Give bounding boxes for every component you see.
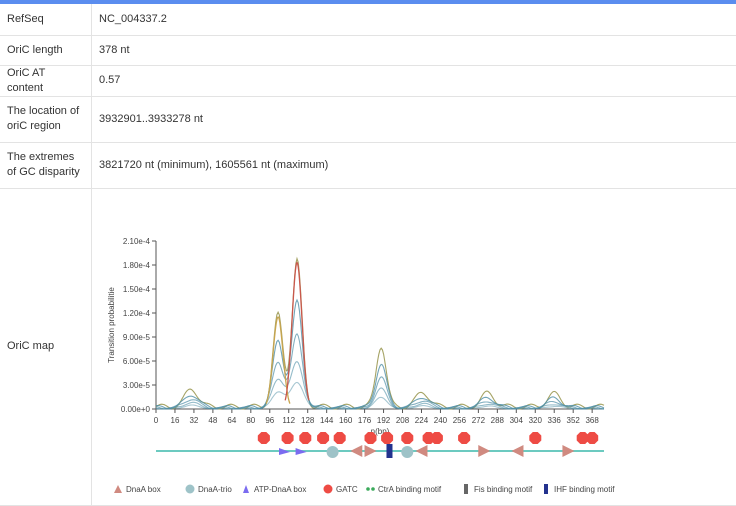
y-axis-label: Transition probabilitie bbox=[107, 286, 116, 362]
x-tick-label: 352 bbox=[567, 416, 581, 425]
dnaa-box-marker bbox=[511, 445, 523, 457]
dnaa-box-marker bbox=[478, 445, 490, 457]
table-row: RefSeq NC_004337.2 bbox=[0, 4, 736, 35]
transition-curve bbox=[156, 361, 604, 408]
row-label: OriC length bbox=[0, 35, 92, 65]
table-row: OriC map 0.00e+0 3.00e-5 6.00e-5 9.00e-5 1.2… bbox=[0, 188, 736, 505]
legend-gatc-icon bbox=[324, 484, 333, 493]
x-tick-label: 368 bbox=[585, 416, 599, 425]
y-tick-label: 1.50e-4 bbox=[123, 285, 151, 294]
dnaa-trio-marker bbox=[401, 446, 413, 458]
row-label: RefSeq bbox=[0, 4, 92, 35]
gatc-marker bbox=[431, 432, 443, 444]
y-tick-label: 1.20e-4 bbox=[123, 309, 151, 318]
atp-dnaa-box-marker bbox=[296, 448, 307, 455]
x-tick-label: 160 bbox=[339, 416, 353, 425]
x-tick-label: 240 bbox=[434, 416, 448, 425]
oric-map-chart: 0.00e+0 3.00e-5 6.00e-5 9.00e-5 1.20e-4 1.50e… bbox=[92, 189, 732, 506]
legend-label: DnaA box bbox=[126, 485, 161, 494]
table-row: OriC AT content 0.57 bbox=[0, 65, 736, 96]
row-value: NC_004337.2 bbox=[92, 4, 736, 35]
row-label: OriC AT content bbox=[0, 65, 92, 96]
y-tick-label: 2.10e-4 bbox=[123, 237, 151, 246]
gatc-marker bbox=[586, 432, 598, 444]
x-tick-label: 112 bbox=[282, 416, 295, 425]
x-tick-label: 272 bbox=[472, 416, 486, 425]
x-tick-label: 288 bbox=[491, 416, 505, 425]
legend-label: CtrA binding motif bbox=[378, 485, 442, 494]
legend-atp-dnaa-icon bbox=[243, 485, 249, 493]
ihf-binding-marker bbox=[386, 444, 392, 458]
x-tick-label: 336 bbox=[548, 416, 562, 425]
x-tick-label: 192 bbox=[377, 416, 391, 425]
transition-curve bbox=[156, 382, 604, 409]
x-tick-label: 64 bbox=[227, 416, 236, 425]
x-tick-label: 256 bbox=[453, 416, 467, 425]
legend-label: IHF binding motif bbox=[554, 485, 615, 494]
gatc-marker bbox=[258, 432, 270, 444]
x-tick-label: 48 bbox=[208, 416, 217, 425]
gatc-marker bbox=[299, 432, 311, 444]
transition-curve bbox=[156, 258, 604, 408]
y-tick-label: 3.00e-5 bbox=[123, 381, 151, 390]
legend-label: Fis binding motif bbox=[474, 485, 533, 494]
x-tick-label: 16 bbox=[171, 416, 180, 425]
legend-dnaa-box-icon bbox=[114, 485, 122, 493]
x-tick-label: 304 bbox=[510, 416, 524, 425]
gatc-marker bbox=[334, 432, 346, 444]
row-label: The location of oriC region bbox=[0, 96, 92, 142]
x-tick-label: 0 bbox=[154, 416, 159, 425]
gatc-marker bbox=[381, 432, 393, 444]
legend-label: GATC bbox=[336, 485, 358, 494]
x-tick-label: 144 bbox=[320, 416, 334, 425]
gatc-marker bbox=[317, 432, 329, 444]
gatc-marker bbox=[282, 432, 294, 444]
x-tick-label: 224 bbox=[415, 416, 429, 425]
legend-ctra-icon bbox=[371, 487, 375, 491]
legend-rect-icon bbox=[464, 484, 468, 494]
legend-dnaa-trio-icon bbox=[186, 484, 195, 493]
y-tick-label: 6.00e-5 bbox=[123, 357, 151, 366]
gatc-marker bbox=[401, 432, 413, 444]
oric-info-table: RefSeq NC_004337.2 OriC length 378 nt Or… bbox=[0, 4, 736, 506]
table-row: The location of oriC region 3932901..393… bbox=[0, 96, 736, 142]
transition-curve bbox=[156, 300, 604, 409]
dnaa-trio-marker bbox=[327, 446, 339, 458]
dnaa-box-marker bbox=[562, 445, 574, 457]
y-tick-label: 9.00e-5 bbox=[123, 333, 151, 342]
dnaa-box-marker bbox=[415, 445, 427, 457]
y-tick-label: 0.00e+0 bbox=[121, 405, 151, 414]
legend-label: ATP-DnaA box bbox=[254, 485, 306, 494]
row-value: 3932901..3933278 nt bbox=[92, 96, 736, 142]
gatc-marker bbox=[365, 432, 377, 444]
row-value: 378 nt bbox=[92, 35, 736, 65]
gatc-marker bbox=[458, 432, 470, 444]
x-tick-label: 32 bbox=[189, 416, 198, 425]
x-tick-label: 320 bbox=[529, 416, 543, 425]
legend-rect-icon bbox=[544, 484, 548, 494]
row-value: 0.57 bbox=[92, 65, 736, 96]
table-row: The extremes of GC disparity 3821720 nt … bbox=[0, 142, 736, 188]
row-label: The extremes of GC disparity bbox=[0, 142, 92, 188]
peak-curve bbox=[285, 262, 309, 400]
x-tick-label: 208 bbox=[396, 416, 410, 425]
x-tick-label: 176 bbox=[358, 416, 372, 425]
legend-label: DnaA-trio bbox=[198, 485, 232, 494]
oric-map-cell: 0.00e+0 3.00e-5 6.00e-5 9.00e-5 1.20e-4 1.50e… bbox=[92, 188, 736, 505]
x-tick-label: 96 bbox=[265, 416, 274, 425]
dnaa-box-marker bbox=[365, 445, 377, 457]
row-value: 3821720 nt (minimum), 1605561 nt (maximu… bbox=[92, 142, 736, 188]
dnaa-box-marker bbox=[350, 445, 362, 457]
table-row: OriC length 378 nt bbox=[0, 35, 736, 65]
atp-dnaa-box-marker bbox=[279, 448, 290, 455]
gatc-marker bbox=[529, 432, 541, 444]
y-tick-label: 1.80e-4 bbox=[123, 261, 151, 270]
row-label: OriC map bbox=[0, 188, 92, 505]
x-tick-label: 80 bbox=[246, 416, 255, 425]
x-tick-label: 128 bbox=[301, 416, 315, 425]
legend-ctra-icon bbox=[366, 487, 370, 491]
